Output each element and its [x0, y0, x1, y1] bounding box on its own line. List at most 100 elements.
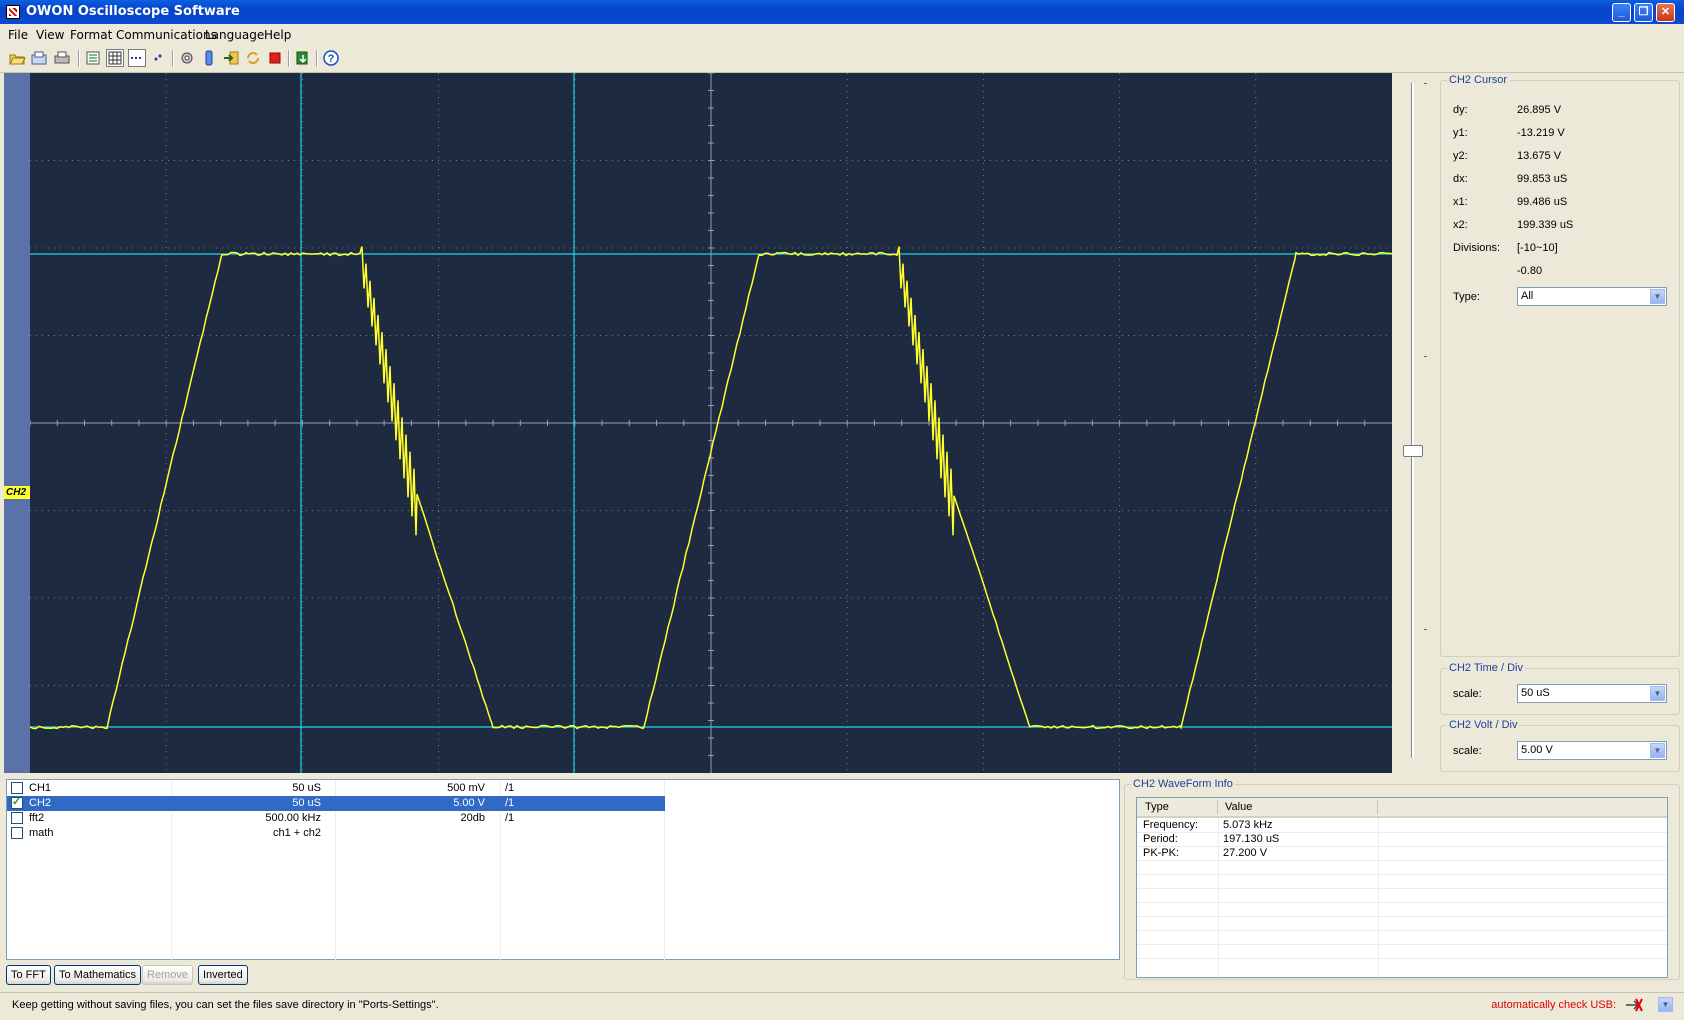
battery-icon[interactable]: [200, 49, 218, 67]
to-fft-button[interactable]: To FFT: [6, 965, 51, 985]
toolbar-separator: [172, 50, 174, 67]
list-icon[interactable]: [84, 49, 102, 67]
waveform-info-table: Type Value Frequency: 5.073 kHz Period: …: [1136, 797, 1668, 978]
export-icon[interactable]: [222, 49, 240, 67]
chevron-down-icon[interactable]: ▼: [1650, 743, 1665, 758]
scope-waveform: [30, 73, 1392, 773]
settings-icon[interactable]: [178, 49, 196, 67]
channel-row-ch1[interactable]: CH1 50 uS 500 mV /1: [7, 781, 665, 796]
volt-div-title: CH2 Volt / Div: [1447, 719, 1519, 731]
remove-button[interactable]: Remove: [142, 965, 193, 985]
channel-checkbox-ch1[interactable]: [11, 782, 23, 794]
channel-name: math: [29, 826, 53, 841]
scope-display: [30, 73, 1392, 773]
volt-div-select[interactable]: 5.00 V ▼: [1517, 741, 1667, 760]
cursor-group-title: CH2 Cursor: [1447, 74, 1509, 86]
channel-checkbox-fft2[interactable]: [11, 812, 23, 824]
cursor-value-x1: 99.486 uS: [1517, 196, 1567, 208]
volt-div-value: 5.00 V: [1521, 744, 1553, 756]
close-button[interactable]: ✕: [1656, 3, 1675, 22]
save-icon[interactable]: [30, 49, 48, 67]
channel-name: CH1: [29, 781, 51, 796]
refresh-icon[interactable]: [244, 49, 262, 67]
svg-text:?: ?: [328, 53, 335, 65]
channel-time: 50 uS: [292, 781, 321, 796]
toolbar: ?: [0, 46, 1684, 73]
menu-communications[interactable]: Communications: [116, 28, 217, 42]
to-mathematics-button[interactable]: To Mathematics: [54, 965, 141, 985]
grid-icon[interactable]: [106, 49, 124, 67]
slider-tick: [1424, 83, 1427, 84]
channel-checkbox-math[interactable]: [11, 827, 23, 839]
open-icon[interactable]: [8, 49, 26, 67]
info-value: 27.200 V: [1223, 846, 1267, 860]
maximize-button[interactable]: ❐: [1634, 3, 1653, 22]
channel-time: 50 uS: [292, 796, 321, 811]
window-title: OWON Oscilloscope Software: [26, 4, 240, 19]
chevron-down-icon[interactable]: ▼: [1650, 686, 1665, 701]
channel-checkbox-ch2[interactable]: [11, 797, 23, 809]
cursor-type-select[interactable]: All ▼: [1517, 287, 1667, 306]
channel-row-fft2[interactable]: fft2 500.00 kHz 20db /1: [7, 811, 665, 826]
print-icon[interactable]: [53, 49, 71, 67]
cursor-value-divisions: [-10~10]: [1517, 242, 1558, 254]
stop-icon[interactable]: [266, 49, 284, 67]
cursor-type-value: All: [1521, 290, 1533, 302]
cursor-label-x2: x2:: [1453, 219, 1468, 231]
volt-div-label: scale:: [1453, 745, 1482, 757]
cursor-value-y2: 13.675 V: [1517, 150, 1561, 162]
header-type[interactable]: Type: [1145, 801, 1169, 813]
toolbar-separator: [78, 50, 80, 67]
dots-icon[interactable]: [128, 49, 146, 67]
slider-track: [1411, 83, 1414, 758]
slider-tick: [1424, 356, 1427, 357]
minimize-button[interactable]: _: [1612, 3, 1631, 22]
vertical-position-slider[interactable]: [1394, 73, 1438, 773]
inverted-button[interactable]: Inverted: [198, 965, 248, 985]
cursor-type-label: Type:: [1453, 291, 1480, 303]
info-type: PK-PK:: [1143, 846, 1179, 860]
cursor-label-y1: y1:: [1453, 127, 1468, 139]
info-type: Period:: [1143, 832, 1178, 846]
mini-dots-icon[interactable]: [150, 49, 168, 67]
cursor-value-division-position: -0.80: [1517, 265, 1542, 277]
volt-div-group: CH2 Volt / Div scale: 5.00 V ▼: [1440, 725, 1680, 772]
cursor-label-x1: x1:: [1453, 196, 1468, 208]
menu-bar: File View Format Communications Language…: [0, 24, 1684, 44]
cursor-label-y2: y2:: [1453, 150, 1468, 162]
waveform-info-title: CH2 WaveForm Info: [1131, 778, 1235, 790]
cursor-label-dx: dx:: [1453, 173, 1468, 185]
slider-thumb[interactable]: [1403, 445, 1423, 457]
waveform-info-row-empty: [1137, 930, 1667, 945]
menu-format[interactable]: Format: [70, 28, 112, 42]
usb-dropdown[interactable]: ▼: [1656, 996, 1674, 1014]
channel-time: ch1 + ch2: [273, 826, 321, 841]
header-value[interactable]: Value: [1225, 801, 1252, 813]
download-icon[interactable]: [294, 49, 312, 67]
usb-disconnected-icon[interactable]: [1624, 997, 1644, 1013]
toolbar-separator: [288, 50, 290, 67]
menu-help[interactable]: Help: [264, 28, 291, 42]
ch2-level-marker[interactable]: CH2: [4, 486, 30, 499]
channel-probe: /1: [505, 811, 514, 826]
channel-time: 500.00 kHz: [265, 811, 321, 826]
menu-view[interactable]: View: [36, 28, 64, 42]
menu-language[interactable]: Language: [205, 28, 264, 42]
channel-name: CH2: [29, 796, 51, 811]
channel-row-math[interactable]: math ch1 + ch2: [7, 826, 665, 841]
time-div-select[interactable]: 50 uS ▼: [1517, 684, 1667, 703]
time-div-label: scale:: [1453, 688, 1482, 700]
info-value: 197.130 uS: [1223, 832, 1279, 846]
waveform-info-row-empty: [1137, 888, 1667, 903]
help-icon[interactable]: ?: [322, 49, 340, 67]
channel-volt: 500 mV: [447, 781, 485, 796]
waveform-info-row: Frequency: 5.073 kHz: [1137, 818, 1667, 833]
chevron-down-icon[interactable]: ▼: [1650, 289, 1665, 304]
menu-file[interactable]: File: [8, 28, 28, 42]
channel-row-ch2[interactable]: CH2 50 uS 5.00 V /1: [7, 796, 665, 811]
waveform-info-row-empty: [1137, 860, 1667, 875]
chevron-down-icon[interactable]: ▼: [1658, 997, 1673, 1012]
scope-left-ruler: [4, 73, 30, 773]
status-message: Keep getting without saving files, you c…: [12, 999, 439, 1011]
waveform-info-row: Period: 197.130 uS: [1137, 832, 1667, 847]
